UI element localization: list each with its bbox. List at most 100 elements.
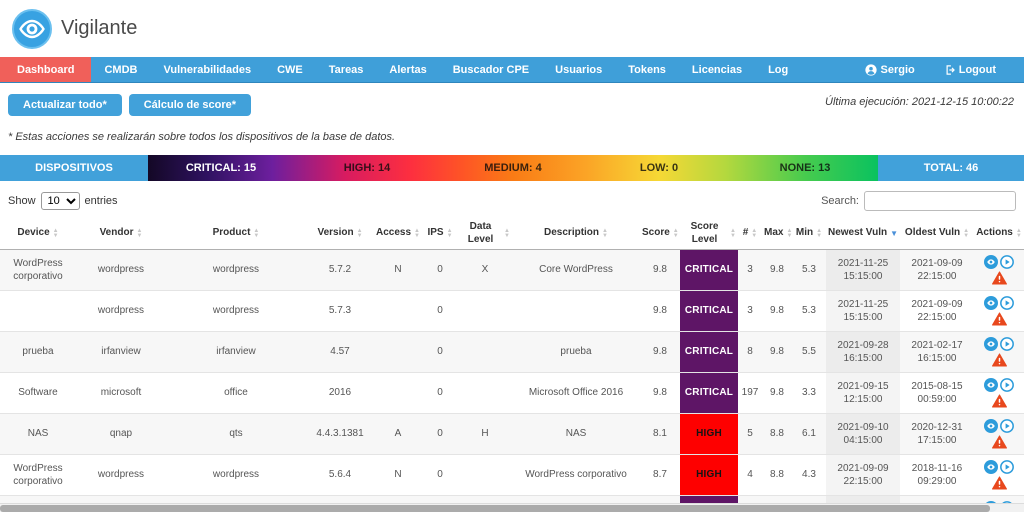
sort-icon: ▲ ▼ — [1015, 227, 1022, 239]
col-data-level[interactable]: Data Level ▲ ▼ — [458, 218, 512, 250]
cell-count: 197 — [738, 372, 762, 414]
cell-access — [374, 372, 422, 414]
toolbar-row: Actualizar todo* Cálculo de score* Últim… — [8, 94, 1016, 116]
view-icon[interactable] — [984, 460, 998, 474]
view-icon[interactable] — [984, 337, 998, 351]
score-calc-button[interactable]: Cálculo de score* — [128, 94, 252, 116]
cell-newest-vuln: 2021-11-25 15:15:00 — [826, 290, 900, 332]
sort-icon: ▲ ▼ — [751, 227, 758, 239]
run-icon[interactable] — [1000, 419, 1014, 433]
cell-max: 9.8 — [762, 290, 792, 332]
cell-ips: 0 — [422, 454, 458, 496]
nav-item-cwe[interactable]: CWE — [264, 57, 316, 82]
cell-description: NAS — [512, 413, 640, 455]
alert-icon[interactable] — [991, 271, 1007, 285]
col-ips[interactable]: IPS ▲ ▼ — [422, 218, 458, 250]
cell-access — [374, 331, 422, 373]
col-device[interactable]: Device ▲ ▼ — [0, 218, 76, 250]
scrollbar-thumb[interactable] — [0, 505, 990, 512]
nav-item-buscador-cpe[interactable]: Buscador CPE — [440, 57, 542, 82]
cell-max: 9.8 — [762, 372, 792, 414]
cell-oldest-vuln: 2021-09-09 22:15:00 — [900, 249, 974, 291]
alert-icon[interactable] — [991, 312, 1007, 326]
cell-data-level: X — [458, 249, 512, 291]
view-icon[interactable] — [984, 296, 998, 310]
cell-actions — [974, 249, 1024, 291]
search-input[interactable] — [864, 191, 1016, 211]
show-label: Show — [8, 195, 36, 207]
col-description[interactable]: Description ▲ ▼ — [512, 218, 640, 250]
alert-icon[interactable] — [991, 435, 1007, 449]
cell-oldest-vuln: 2020-12-31 17:15:00 — [900, 413, 974, 455]
table-row: Software microsoft office 2016 0 Microso… — [0, 372, 1024, 414]
vigilante-logo-eye-icon — [12, 8, 52, 49]
actions-note: * Estas acciones se realizarán sobre tod… — [8, 131, 396, 143]
entries-label: entries — [84, 195, 118, 207]
alert-icon[interactable] — [991, 394, 1007, 408]
cell-vendor: wordpress — [76, 454, 166, 496]
user-menu[interactable]: Sergio — [851, 57, 929, 82]
alert-icon[interactable] — [991, 353, 1007, 367]
col-newest-vuln[interactable]: Newest Vuln ▼ — [826, 218, 900, 250]
col-score-level[interactable]: Score Level ▲ ▼ — [680, 218, 738, 250]
col-actions[interactable]: Actions ▲ ▼ — [974, 218, 1024, 250]
cell-score: 9.8 — [640, 249, 680, 291]
run-icon[interactable] — [1000, 255, 1014, 269]
severity-critical-count: CRITICAL: 15 — [185, 162, 257, 174]
main-navbar: Dashboard CMDB Vulnerabilidades CWE Tare… — [0, 57, 1024, 83]
update-all-button[interactable]: Actualizar todo* — [8, 94, 122, 116]
nav-item-licencias[interactable]: Licencias — [679, 57, 755, 82]
nav-item-tokens[interactable]: Tokens — [615, 57, 679, 82]
cell-version: 4.57 — [306, 331, 374, 373]
cell-newest-vuln: 2021-09-09 22:15:00 — [826, 454, 900, 496]
run-icon[interactable] — [1000, 378, 1014, 392]
cell-ips: 0 — [422, 331, 458, 373]
run-icon[interactable] — [1000, 296, 1014, 310]
nav-item-alertas[interactable]: Alertas — [376, 57, 439, 82]
view-icon[interactable] — [984, 378, 998, 392]
cell-oldest-vuln: 2018-11-16 09:29:00 — [900, 454, 974, 496]
nav-item-dashboard[interactable]: Dashboard — [0, 57, 92, 82]
table-row: prueba irfanview irfanview 4.57 0 prueba… — [0, 331, 1024, 373]
nav-item-cmdb[interactable]: CMDB — [91, 57, 150, 82]
cell-max: 9.8 — [762, 331, 792, 373]
col-vendor[interactable]: Vendor ▲ ▼ — [76, 218, 166, 250]
alert-icon[interactable] — [991, 476, 1007, 490]
col-version[interactable]: Version ▲ ▼ — [306, 218, 374, 250]
search-label: Search: — [821, 195, 859, 207]
run-icon[interactable] — [1000, 337, 1014, 351]
severity-medium-count: MEDIUM: 4 — [484, 162, 542, 174]
run-icon[interactable] — [1000, 460, 1014, 474]
table-row: WordPress corporativo wordpress wordpres… — [0, 249, 1024, 291]
col-oldest-vuln[interactable]: Oldest Vuln ▲ ▼ — [900, 218, 974, 250]
col-count[interactable]: # ▲ ▼ — [738, 218, 762, 250]
cell-max: 8.8 — [762, 413, 792, 455]
cell-vendor: wordpress — [76, 249, 166, 291]
user-icon — [864, 63, 877, 76]
nav-item-usuarios[interactable]: Usuarios — [542, 57, 615, 82]
cell-version: 4.4.3.1381 — [306, 413, 374, 455]
cell-min: 6.1 — [792, 413, 826, 455]
col-max[interactable]: Max ▲ ▼ — [762, 218, 792, 250]
table-row: wordpress wordpress 5.7.3 0 9.8 CRITICAL… — [0, 290, 1024, 332]
nav-item-log[interactable]: Log — [755, 57, 801, 82]
col-min[interactable]: Min ▲ ▼ — [792, 218, 826, 250]
nav-item-tareas[interactable]: Tareas — [316, 57, 377, 82]
nav-item-vulnerabilidades[interactable]: Vulnerabilidades — [150, 57, 264, 82]
view-icon[interactable] — [984, 255, 998, 269]
entries-select[interactable]: 10 — [40, 192, 80, 210]
sort-icon: ▲ ▼ — [504, 227, 510, 239]
cell-count: 4 — [738, 454, 762, 496]
horizontal-scrollbar[interactable] — [0, 503, 1024, 512]
cell-description: WordPress corporativo — [512, 454, 640, 496]
col-product[interactable]: Product ▲ ▼ — [166, 218, 306, 250]
cell-count: 3 — [738, 290, 762, 332]
logout-button[interactable]: Logout — [929, 57, 1010, 82]
score-level-badge: CRITICAL — [680, 290, 738, 332]
col-access[interactable]: Access ▲ ▼ — [374, 218, 422, 250]
col-score[interactable]: Score ▲ ▼ — [640, 218, 680, 250]
cell-min: 3.3 — [792, 372, 826, 414]
view-icon[interactable] — [984, 419, 998, 433]
sort-icon: ▲ ▼ — [356, 227, 363, 239]
last-execution-text: Última ejecución: 2021-12-15 10:00:22 — [825, 96, 1014, 108]
